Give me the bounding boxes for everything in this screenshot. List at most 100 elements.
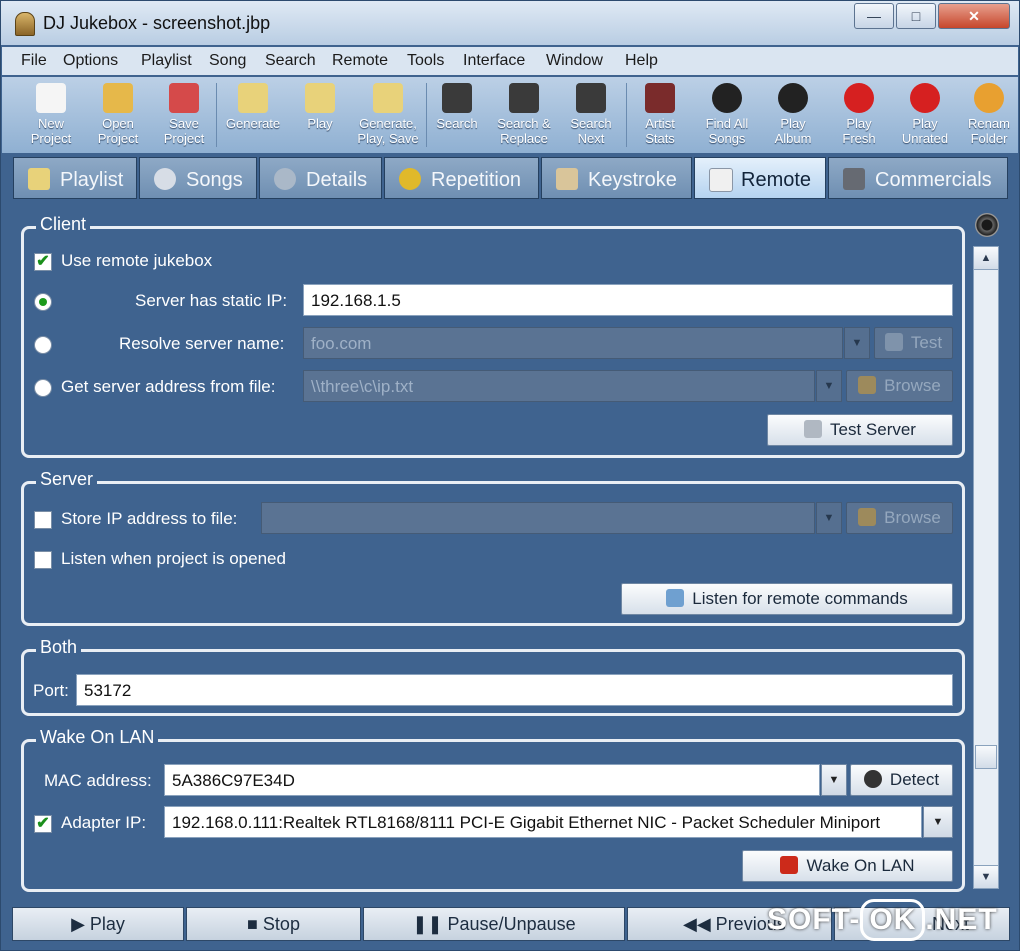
player-play-button[interactable]: ▶ Play [12, 907, 184, 941]
artist-stats-button[interactable]: Artist Stats [630, 77, 690, 153]
listen-opened-label: Listen when project is opened [61, 549, 286, 568]
server-file-radio[interactable] [34, 379, 52, 397]
wake-icon [780, 856, 799, 874]
play-fresh-button[interactable]: Play Fresh [828, 77, 890, 153]
store-ip-dropdown[interactable]: ▼ [816, 502, 842, 534]
static-ip-radio[interactable] [34, 293, 52, 311]
maximize-button[interactable]: □ [896, 3, 936, 29]
server-group: Server Store IP address to file: ▼ Brows… [21, 469, 965, 626]
play-album-button[interactable]: Play Album [762, 77, 824, 153]
scroll-thumb[interactable] [975, 745, 997, 769]
player-pause-button[interactable]: ❚❚ Pause/Unpause [363, 907, 625, 941]
vertical-scrollbar[interactable]: ▲ ▼ [973, 246, 999, 889]
save-project-icon [169, 83, 199, 113]
both-group: Both Port: 53172 [21, 637, 965, 716]
resolve-server-input[interactable]: foo.com [303, 327, 843, 359]
menu-playlist[interactable]: Playlist [141, 52, 192, 70]
mac-address-dropdown[interactable]: ▼ [821, 764, 847, 796]
menu-remote[interactable]: Remote [332, 52, 388, 70]
search-replace-button[interactable]: Search & Replace [491, 77, 557, 153]
window-title: DJ Jukebox - screenshot.jbp [43, 13, 271, 33]
play-button[interactable]: Play [289, 77, 351, 153]
tab-playlist[interactable]: Playlist [13, 157, 137, 199]
menu-interface[interactable]: Interface [463, 52, 525, 70]
toolbar-separator [216, 83, 217, 147]
generate-play-save-button[interactable]: Generate, Play, Save [352, 77, 424, 153]
store-ip-checkbox[interactable] [34, 511, 52, 529]
menu-tools[interactable]: Tools [407, 52, 444, 70]
wake-on-lan-button[interactable]: Wake On LAN [742, 850, 953, 882]
server-file-input[interactable]: \\three\c\ip.txt [303, 370, 815, 402]
remote-icon [709, 168, 733, 192]
mac-address-input[interactable]: 5A386C97E34D [164, 764, 820, 796]
use-remote-label: Use remote jukebox [61, 251, 213, 270]
search-next-button[interactable]: Search Next [560, 77, 622, 153]
menu-help[interactable]: Help [625, 52, 658, 70]
test-server-button[interactable]: Test Server [767, 414, 953, 446]
mac-address-label: MAC address: [44, 771, 152, 790]
static-ip-input[interactable]: 192.168.1.5 [303, 284, 953, 316]
client-group: Client ✔ Use remote jukebox Server has s… [21, 214, 965, 458]
menu-options[interactable]: Options [63, 52, 118, 70]
search-replace-icon [509, 83, 539, 113]
generate-play-save-icon [373, 83, 403, 113]
test-button[interactable]: Test [874, 327, 953, 359]
adapter-ip-label: Adapter IP: [61, 813, 147, 832]
playlist-icon [28, 168, 50, 190]
new-project-button[interactable]: New Project [20, 77, 82, 153]
scroll-down-button[interactable]: ▼ [974, 865, 998, 888]
store-ip-input[interactable] [261, 502, 815, 534]
menu-window[interactable]: Window [546, 52, 603, 70]
keystroke-icon [556, 168, 578, 190]
folder-icon [858, 376, 877, 394]
eye-icon [863, 770, 882, 788]
microscope-icon [804, 420, 822, 438]
tab-repetition[interactable]: Repetition [384, 157, 539, 199]
scroll-up-button[interactable]: ▲ [974, 247, 998, 270]
resolve-server-radio[interactable] [34, 336, 52, 354]
server-group-title: Server [36, 469, 98, 490]
port-label: Port: [33, 681, 69, 700]
satellite-icon [666, 589, 685, 607]
tab-keystroke[interactable]: Keystroke [541, 157, 692, 199]
listen-remote-button[interactable]: Listen for remote commands [621, 583, 953, 615]
menu-song[interactable]: Song [209, 52, 246, 70]
find-songs-icon [712, 83, 742, 113]
minimize-button[interactable]: — [854, 3, 894, 29]
detect-button[interactable]: Detect [850, 764, 953, 796]
adapter-ip-dropdown[interactable]: ▼ [923, 806, 953, 838]
save-project-button[interactable]: Save Project [153, 77, 215, 153]
both-group-title: Both [36, 637, 82, 658]
find-all-songs-button[interactable]: Find All Songs [696, 77, 758, 153]
resolve-server-dropdown[interactable]: ▼ [844, 327, 870, 359]
toolbar-separator [626, 83, 627, 147]
tab-details[interactable]: Details [259, 157, 382, 199]
jukebox-app-icon [15, 12, 35, 36]
adapter-ip-select[interactable]: 192.168.0.111:Realtek RTL8168/8111 PCI-E… [164, 806, 922, 838]
rename-folder-button[interactable]: Renam Folder [960, 77, 1018, 153]
static-ip-label: Server has static IP: [135, 291, 288, 310]
port-input[interactable]: 53172 [76, 674, 953, 706]
play-unrated-button[interactable]: Play Unrated [894, 77, 956, 153]
tab-commercials[interactable]: Commercials [828, 157, 1008, 199]
client-browse-button[interactable]: Browse [846, 370, 953, 402]
tab-bar: Playlist Songs Details Repetition Keystr… [2, 155, 1018, 201]
menu-search[interactable]: Search [265, 52, 316, 70]
adapter-ip-checkbox[interactable]: ✔ [34, 815, 52, 833]
server-file-dropdown[interactable]: ▼ [816, 370, 842, 402]
player-stop-button[interactable]: ■ Stop [186, 907, 361, 941]
client-group-title: Client [36, 214, 91, 235]
speaker-icon[interactable] [975, 213, 999, 237]
play-unrated-icon [910, 83, 940, 113]
use-remote-checkbox[interactable]: ✔ [34, 253, 52, 271]
open-project-button[interactable]: Open Project [87, 77, 149, 153]
folder-icon [858, 508, 877, 526]
tab-remote[interactable]: Remote [694, 157, 826, 199]
server-browse-button[interactable]: Browse [846, 502, 953, 534]
close-button[interactable]: ✕ [938, 3, 1010, 29]
search-button[interactable]: Search [428, 77, 486, 153]
menu-file[interactable]: File [21, 52, 47, 70]
generate-button[interactable]: Generate [222, 77, 284, 153]
listen-opened-checkbox[interactable] [34, 551, 52, 569]
tab-songs[interactable]: Songs [139, 157, 257, 199]
